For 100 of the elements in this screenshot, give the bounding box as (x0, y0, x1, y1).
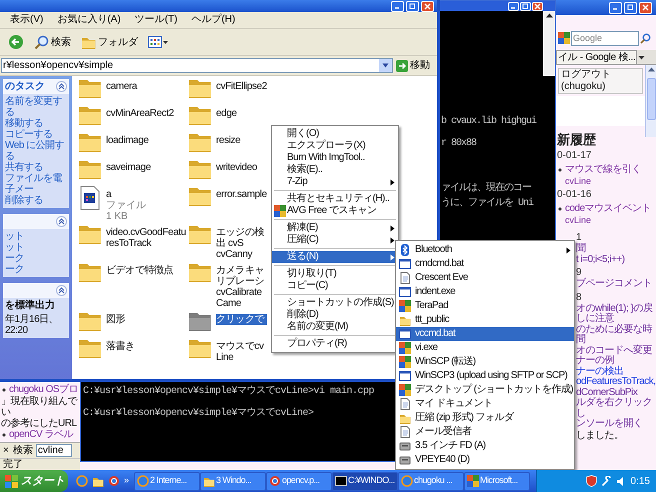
link[interactable]: odFeaturesToTrack, (576, 377, 656, 388)
menu-item[interactable]: 3.5 インチ FD (A) (396, 439, 574, 453)
menu-item[interactable]: 開く(O) (272, 128, 398, 140)
maximize-button[interactable] (520, 2, 531, 10)
close-button[interactable] (532, 2, 543, 10)
search-field[interactable]: Google (571, 30, 639, 46)
menu-item[interactable]: 圧縮 (zip 形式) フォルダ (396, 411, 574, 425)
menu-item[interactable]: メール受信者 (396, 425, 574, 439)
close-button[interactable] (421, 0, 434, 12)
taskbar-button[interactable]: Microsoft... (464, 472, 530, 490)
collapse-button[interactable] (56, 216, 67, 227)
menu-item[interactable]: indent.exe (396, 285, 574, 299)
file-name[interactable]: video.cvGoodFeaturesToTrack (106, 227, 186, 249)
tab[interactable]: イル - Google 検... (556, 50, 638, 64)
menu-item[interactable]: vi.exe (396, 341, 574, 355)
menu-item[interactable]: 解凍(E) (272, 222, 398, 234)
file-name[interactable]: カメラキャリブレーシ cvCalibrateCame (216, 265, 267, 309)
address-field[interactable]: r¥lesson¥opencv¥simple (1, 58, 393, 73)
link[interactable]: オのwhile(1); }の戻 (576, 304, 656, 314)
link[interactable]: dCornerSubPix (576, 388, 656, 398)
close-button[interactable]: × (2, 446, 10, 456)
link[interactable]: オのコードへ変更 (576, 346, 656, 356)
task-link[interactable]: コピーする (5, 129, 67, 140)
task-link[interactable]: Web に公開する (5, 140, 67, 162)
minimize-button[interactable] (391, 0, 404, 12)
menu-item[interactable]: 表示(V) (10, 14, 44, 26)
link[interactable]: ナーの例 (576, 356, 656, 366)
menu-item[interactable]: マイ ドキュメント (396, 397, 574, 411)
file-name[interactable]: edge (216, 108, 267, 119)
close-button[interactable] (639, 2, 652, 14)
taskbar-button[interactable]: opencv.p... (266, 472, 332, 490)
menu-item[interactable]: ショートカットの作成(S) (272, 297, 398, 309)
folders-button[interactable]: フォルダ (81, 34, 138, 50)
menu-item[interactable]: 送る(N) (272, 251, 398, 263)
menu-item[interactable]: プロパティ(R) (272, 338, 398, 350)
file-name[interactable]: cvFitEllipse2 (216, 81, 267, 92)
link[interactable]: ンソールを開く (576, 419, 656, 430)
maximize-button[interactable] (406, 0, 419, 12)
menu-item[interactable]: ツール(T) (134, 14, 178, 26)
scrollbar-thumb[interactable] (646, 78, 656, 120)
menu-item[interactable]: 7-Zip (272, 176, 398, 188)
menu-item[interactable]: TeraPad (396, 299, 574, 313)
menu-item[interactable]: vccmd.bat (396, 327, 574, 341)
more-button[interactable]: » (124, 474, 130, 488)
task-link[interactable]: ーク (5, 253, 67, 264)
file-name[interactable]: cvMinAreaRect2 (106, 108, 186, 119)
minimize-button[interactable] (508, 2, 519, 10)
menu-item[interactable]: 圧縮(C) (272, 234, 398, 246)
collapse-button[interactable] (56, 285, 67, 296)
link[interactable]: codeマウスイベント (565, 203, 652, 215)
logout-link[interactable]: ログアウト (chugoku) (558, 68, 643, 94)
menu-item[interactable]: VPEYE40 (D) (396, 453, 574, 467)
search-button[interactable]: 検索 (34, 34, 71, 50)
menu-item[interactable]: WinSCP3 (upload using SFTP or SCP) (396, 369, 574, 383)
task-link[interactable]: 削除する (5, 195, 67, 206)
go-button[interactable]: 移動 (396, 58, 436, 73)
menu-item[interactable]: Crescent Eve (396, 271, 574, 285)
file-name[interactable]: resize (216, 135, 267, 146)
task-link[interactable]: ファイルを電子メー (5, 173, 67, 195)
file-name[interactable]: ビデオで特徴点 (106, 265, 186, 276)
file-name[interactable]: error.sample (216, 189, 267, 200)
task-link[interactable]: 移動する (5, 118, 67, 129)
file-name[interactable]: loadimage (106, 135, 186, 146)
taskbar-button[interactable]: 2 Interne... (134, 472, 200, 490)
link[interactable]: 聞 (576, 244, 656, 254)
menu-item[interactable]: ヘルプ(H) (191, 14, 236, 26)
menu-item[interactable]: 名前の変更(M) (272, 321, 398, 333)
menu-item[interactable]: AVG Free でスキャン (272, 205, 398, 217)
file-name[interactable]: 落書き (106, 341, 186, 352)
task-link[interactable]: ット (5, 231, 67, 242)
maximize-button[interactable] (624, 2, 637, 14)
menu-item[interactable]: 削除(D) (272, 309, 398, 321)
menu-item[interactable]: Bluetooth (396, 243, 574, 257)
link[interactable]: t i=0;i<5;i++) (576, 254, 656, 265)
file-name[interactable]: 図形 (106, 314, 186, 325)
taskbar-button[interactable]: 3 Windo... (200, 472, 266, 490)
file-name[interactable]: クリックで (216, 314, 267, 325)
taskbar-button[interactable]: chugoku ... (398, 472, 464, 490)
file-name[interactable]: camera (106, 81, 186, 92)
file-name[interactable]: saveimage (106, 162, 186, 173)
file-name[interactable]: a (106, 189, 186, 200)
minimize-button[interactable] (609, 2, 622, 14)
link[interactable]: ブページコメント (576, 279, 656, 290)
menu-item[interactable]: デスクトップ (ショートカットを作成) (396, 383, 574, 397)
menu-item[interactable]: cmdcmd.bat (396, 257, 574, 271)
menu-item[interactable]: 共有とセキュリティ(H).. (272, 193, 398, 205)
task-link[interactable]: ット (5, 242, 67, 253)
task-link[interactable]: ーク (5, 264, 67, 275)
link[interactable]: のために必要な時間 (576, 324, 656, 346)
menu-item[interactable]: Burn With ImgTool.. (272, 152, 398, 164)
menu-item[interactable]: 切り取り(T) (272, 268, 398, 280)
menu-item[interactable]: エクスプローラ(X) (272, 140, 398, 152)
task-link[interactable]: 共有する (5, 162, 67, 173)
menu-item[interactable]: お気に入り(A) (57, 14, 121, 26)
tag-link[interactable]: cvLine (557, 215, 645, 226)
views-button[interactable] (148, 36, 168, 48)
file-name[interactable]: writevideo (216, 162, 267, 173)
launch-button[interactable] (108, 475, 120, 487)
link[interactable]: openCV ラベル (9, 429, 73, 441)
launch-button[interactable] (76, 475, 88, 487)
